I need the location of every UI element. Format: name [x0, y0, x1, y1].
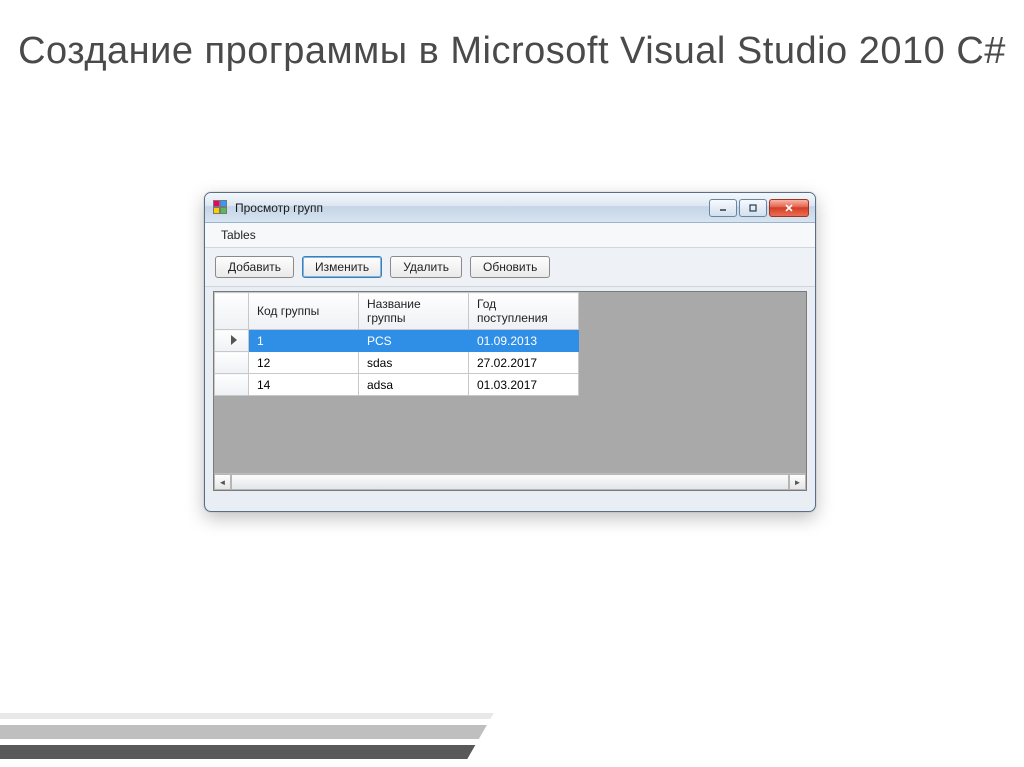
scroll-thumb[interactable] — [231, 474, 789, 490]
datagrid-container: Код группы Название группы Год поступлен… — [213, 291, 807, 491]
app-window: Просмотр групп Tables Добавить Изменить … — [204, 192, 816, 512]
table-row[interactable]: 14adsa01.03.2017 — [215, 374, 579, 396]
scroll-track[interactable] — [231, 474, 789, 490]
cell-year[interactable]: 01.09.2013 — [469, 330, 579, 352]
scroll-left-button[interactable]: ◄ — [214, 474, 231, 490]
minimize-button[interactable] — [709, 199, 737, 217]
row-header[interactable] — [215, 330, 249, 352]
cell-name[interactable]: sdas — [359, 352, 469, 374]
close-button[interactable] — [769, 199, 809, 217]
row-header[interactable] — [215, 374, 249, 396]
cell-name[interactable]: adsa — [359, 374, 469, 396]
cell-name[interactable]: PCS — [359, 330, 469, 352]
menu-tables[interactable]: Tables — [215, 226, 262, 244]
cell-year[interactable]: 27.02.2017 — [469, 352, 579, 374]
maximize-button[interactable] — [739, 199, 767, 217]
slide-decor — [0, 707, 497, 767]
table-row[interactable]: 12sdas27.02.2017 — [215, 352, 579, 374]
add-button[interactable]: Добавить — [215, 256, 294, 278]
horizontal-scrollbar[interactable]: ◄ ► — [214, 473, 806, 490]
refresh-button[interactable]: Обновить — [470, 256, 550, 278]
delete-button[interactable]: Удалить — [390, 256, 462, 278]
cell-code[interactable]: 1 — [249, 330, 359, 352]
col-header-name[interactable]: Название группы — [359, 293, 469, 330]
titlebar[interactable]: Просмотр групп — [205, 193, 815, 223]
current-row-indicator-icon — [231, 335, 237, 345]
toolbar: Добавить Изменить Удалить Обновить — [205, 248, 815, 287]
scroll-right-button[interactable]: ► — [789, 474, 806, 490]
col-header-code[interactable]: Код группы — [249, 293, 359, 330]
cell-code[interactable]: 14 — [249, 374, 359, 396]
window-title: Просмотр групп — [235, 201, 323, 215]
window-buttons — [709, 199, 809, 217]
header-row: Код группы Название группы Год поступлен… — [215, 293, 579, 330]
slide-title: Создание программы в Microsoft Visual St… — [0, 0, 1024, 76]
cell-year[interactable]: 01.03.2017 — [469, 374, 579, 396]
row-header-corner — [215, 293, 249, 330]
datagrid[interactable]: Код группы Название группы Год поступлен… — [214, 292, 579, 396]
app-icon — [213, 200, 229, 216]
table-row[interactable]: 1PCS01.09.2013 — [215, 330, 579, 352]
menubar: Tables — [205, 223, 815, 248]
edit-button[interactable]: Изменить — [302, 256, 382, 278]
cell-code[interactable]: 12 — [249, 352, 359, 374]
col-header-year[interactable]: Год поступления — [469, 293, 579, 330]
row-header[interactable] — [215, 352, 249, 374]
slide: Создание программы в Microsoft Visual St… — [0, 0, 1024, 767]
